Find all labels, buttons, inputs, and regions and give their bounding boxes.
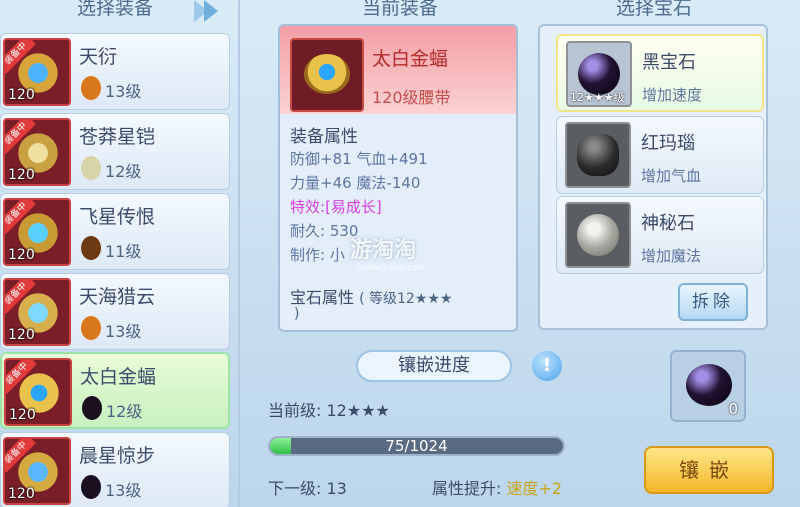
- special-effect-label: 特效:: [290, 198, 326, 216]
- gem-level: 11级: [105, 242, 142, 261]
- equipment-summary: 太白金蝠 120级腰带: [280, 26, 516, 114]
- gem-attributes-cont: ): [294, 306, 300, 322]
- column-divider: [238, 0, 240, 507]
- gem-item-red-agate[interactable]: 红玛瑙 增加气血: [556, 116, 764, 194]
- current-equipment-panel: 太白金蝠 120级腰带 装备属性 防御+81 气血+491 力量+46 魔法-1…: [278, 24, 518, 332]
- current-equipment-icon: [290, 38, 364, 112]
- equipment-level: 120: [8, 247, 35, 263]
- equipment-item-cangmang[interactable]: 装备中 120 苍莽星铠 12级: [0, 113, 230, 190]
- equipment-level: 120: [8, 486, 35, 502]
- attributes-title: 装备属性: [290, 127, 358, 147]
- equipment-icon: 装备中 120: [3, 38, 71, 106]
- next-level: 下一级: 13: [268, 475, 347, 499]
- attribute-line: 力量+46 魔法-140: [290, 174, 421, 192]
- equipment-icon: 装备中 120: [3, 278, 71, 346]
- gem-level: 12级: [106, 402, 143, 421]
- gem-level: 13级: [105, 481, 142, 500]
- red-agate-icon: [565, 122, 631, 188]
- gem-name: 黑宝石: [642, 52, 696, 73]
- progress-bar-text: 75/1024: [385, 437, 448, 455]
- maker: 制作: 小: [290, 246, 345, 264]
- current-equipment-header: 当前装备: [361, 0, 438, 19]
- equipment-name: 太白金蝠: [80, 366, 157, 388]
- next-level-value: 13: [326, 479, 347, 498]
- equipment-level: 120: [8, 167, 35, 183]
- attribute-increase-label: 属性提升:: [432, 479, 502, 498]
- equipment-name: 苍莽星铠: [79, 126, 156, 148]
- equipment-name: 天衍: [79, 46, 118, 68]
- remove-button[interactable]: 拆除: [678, 283, 748, 321]
- gem-attributes-value: ( 等级12★★★: [359, 291, 453, 307]
- gem-icon: [81, 76, 101, 100]
- equipment-name: 天海猎云: [79, 286, 156, 308]
- equipment-level: 120: [8, 87, 35, 103]
- gem-name: 神秘石: [641, 213, 695, 234]
- gem-level: 13级: [105, 82, 142, 101]
- gem-name: 红玛瑙: [641, 133, 695, 154]
- collapse-arrow-icon[interactable]: [190, 0, 224, 26]
- attribute-increase-value: 速度+2: [506, 479, 563, 498]
- gem-description: 增加魔法: [641, 247, 702, 265]
- select-gem-header: 选择宝石: [615, 0, 692, 19]
- gem-item-mystic-stone[interactable]: 神秘石 增加魔法: [556, 196, 764, 274]
- current-level-label: 当前级:: [268, 401, 322, 420]
- equipment-item-feixing[interactable]: 装备中 120 飞星传恨 11级: [0, 193, 230, 270]
- help-icon[interactable]: !: [532, 351, 562, 381]
- watermark: 游淘淘: [350, 238, 417, 263]
- durability: 耐久: 530: [290, 222, 359, 240]
- gem-count: 0: [728, 400, 738, 418]
- equipment-item-taibai[interactable]: 装备中 120 太白金蝠 12级: [0, 352, 230, 429]
- gem-item-black[interactable]: 12★★★级 黑宝石 增加速度: [556, 34, 764, 112]
- gem-attributes-label: 宝石属性: [290, 288, 355, 307]
- equipment-level: 120: [9, 407, 36, 423]
- gem-icon: [81, 156, 101, 180]
- black-gem-icon: 12★★★级: [566, 41, 632, 107]
- gem-icon: [81, 316, 101, 340]
- next-level-label: 下一级:: [268, 479, 322, 498]
- special-effect: 特效:[易成长]: [290, 196, 382, 217]
- equipment-icon: 装备中 120: [4, 358, 72, 426]
- progress-bar: 75/1024: [268, 436, 565, 456]
- gem-icon: [82, 396, 102, 420]
- gem-level: 13级: [105, 322, 142, 341]
- gem-attributes: 宝石属性 ( 等级12★★★: [290, 284, 453, 308]
- current-equipment-type: 120级腰带: [372, 88, 451, 107]
- gem-description: 增加速度: [642, 86, 703, 104]
- current-level-value: 12★★★: [326, 401, 390, 420]
- inlay-button[interactable]: 镶嵌: [644, 446, 774, 494]
- gem-icon: [81, 475, 101, 499]
- select-equipment-header: 选择装备: [76, 0, 153, 19]
- gem-icon: [81, 236, 101, 260]
- special-effect-value: [易成长]: [325, 198, 382, 216]
- equipment-level: 120: [8, 327, 35, 343]
- mystic-stone-icon: [565, 202, 631, 268]
- gem-description: 增加气血: [641, 167, 702, 185]
- attribute-increase: 属性提升: 速度+2: [432, 475, 562, 499]
- equipment-name: 晨星惊步: [79, 445, 156, 467]
- inlay-progress-tag: 镶嵌进度: [356, 350, 512, 382]
- gem-level: 12★★★级: [570, 91, 625, 104]
- equipment-item-tianyan[interactable]: 装备中 120 天衍 13级: [0, 33, 230, 110]
- gem-slot[interactable]: 0: [670, 350, 746, 422]
- current-equipment-name: 太白金蝠: [372, 48, 449, 70]
- equipment-item-chenxing[interactable]: 装备中 120 晨星惊步 13级: [0, 432, 230, 507]
- equipment-icon: 装备中 120: [3, 118, 71, 186]
- equipment-icon: 装备中 120: [3, 437, 71, 505]
- equipment-list: 装备中 120 天衍 13级 装备中 120 苍莽星铠 12级 装备中 120 飞星传…: [0, 30, 232, 507]
- gem-level: 12级: [105, 162, 142, 181]
- black-gem-icon: [686, 364, 732, 406]
- equipment-icon: 装备中 120: [3, 198, 71, 266]
- equipment-item-tianhai[interactable]: 装备中 120 天海猎云 13级: [0, 273, 230, 350]
- current-level: 当前级: 12★★★: [268, 397, 390, 421]
- equipment-name: 飞星传恨: [79, 206, 156, 228]
- attribute-line: 防御+81 气血+491: [290, 150, 428, 168]
- watermark-url: toutaoyouxi.com: [357, 263, 425, 272]
